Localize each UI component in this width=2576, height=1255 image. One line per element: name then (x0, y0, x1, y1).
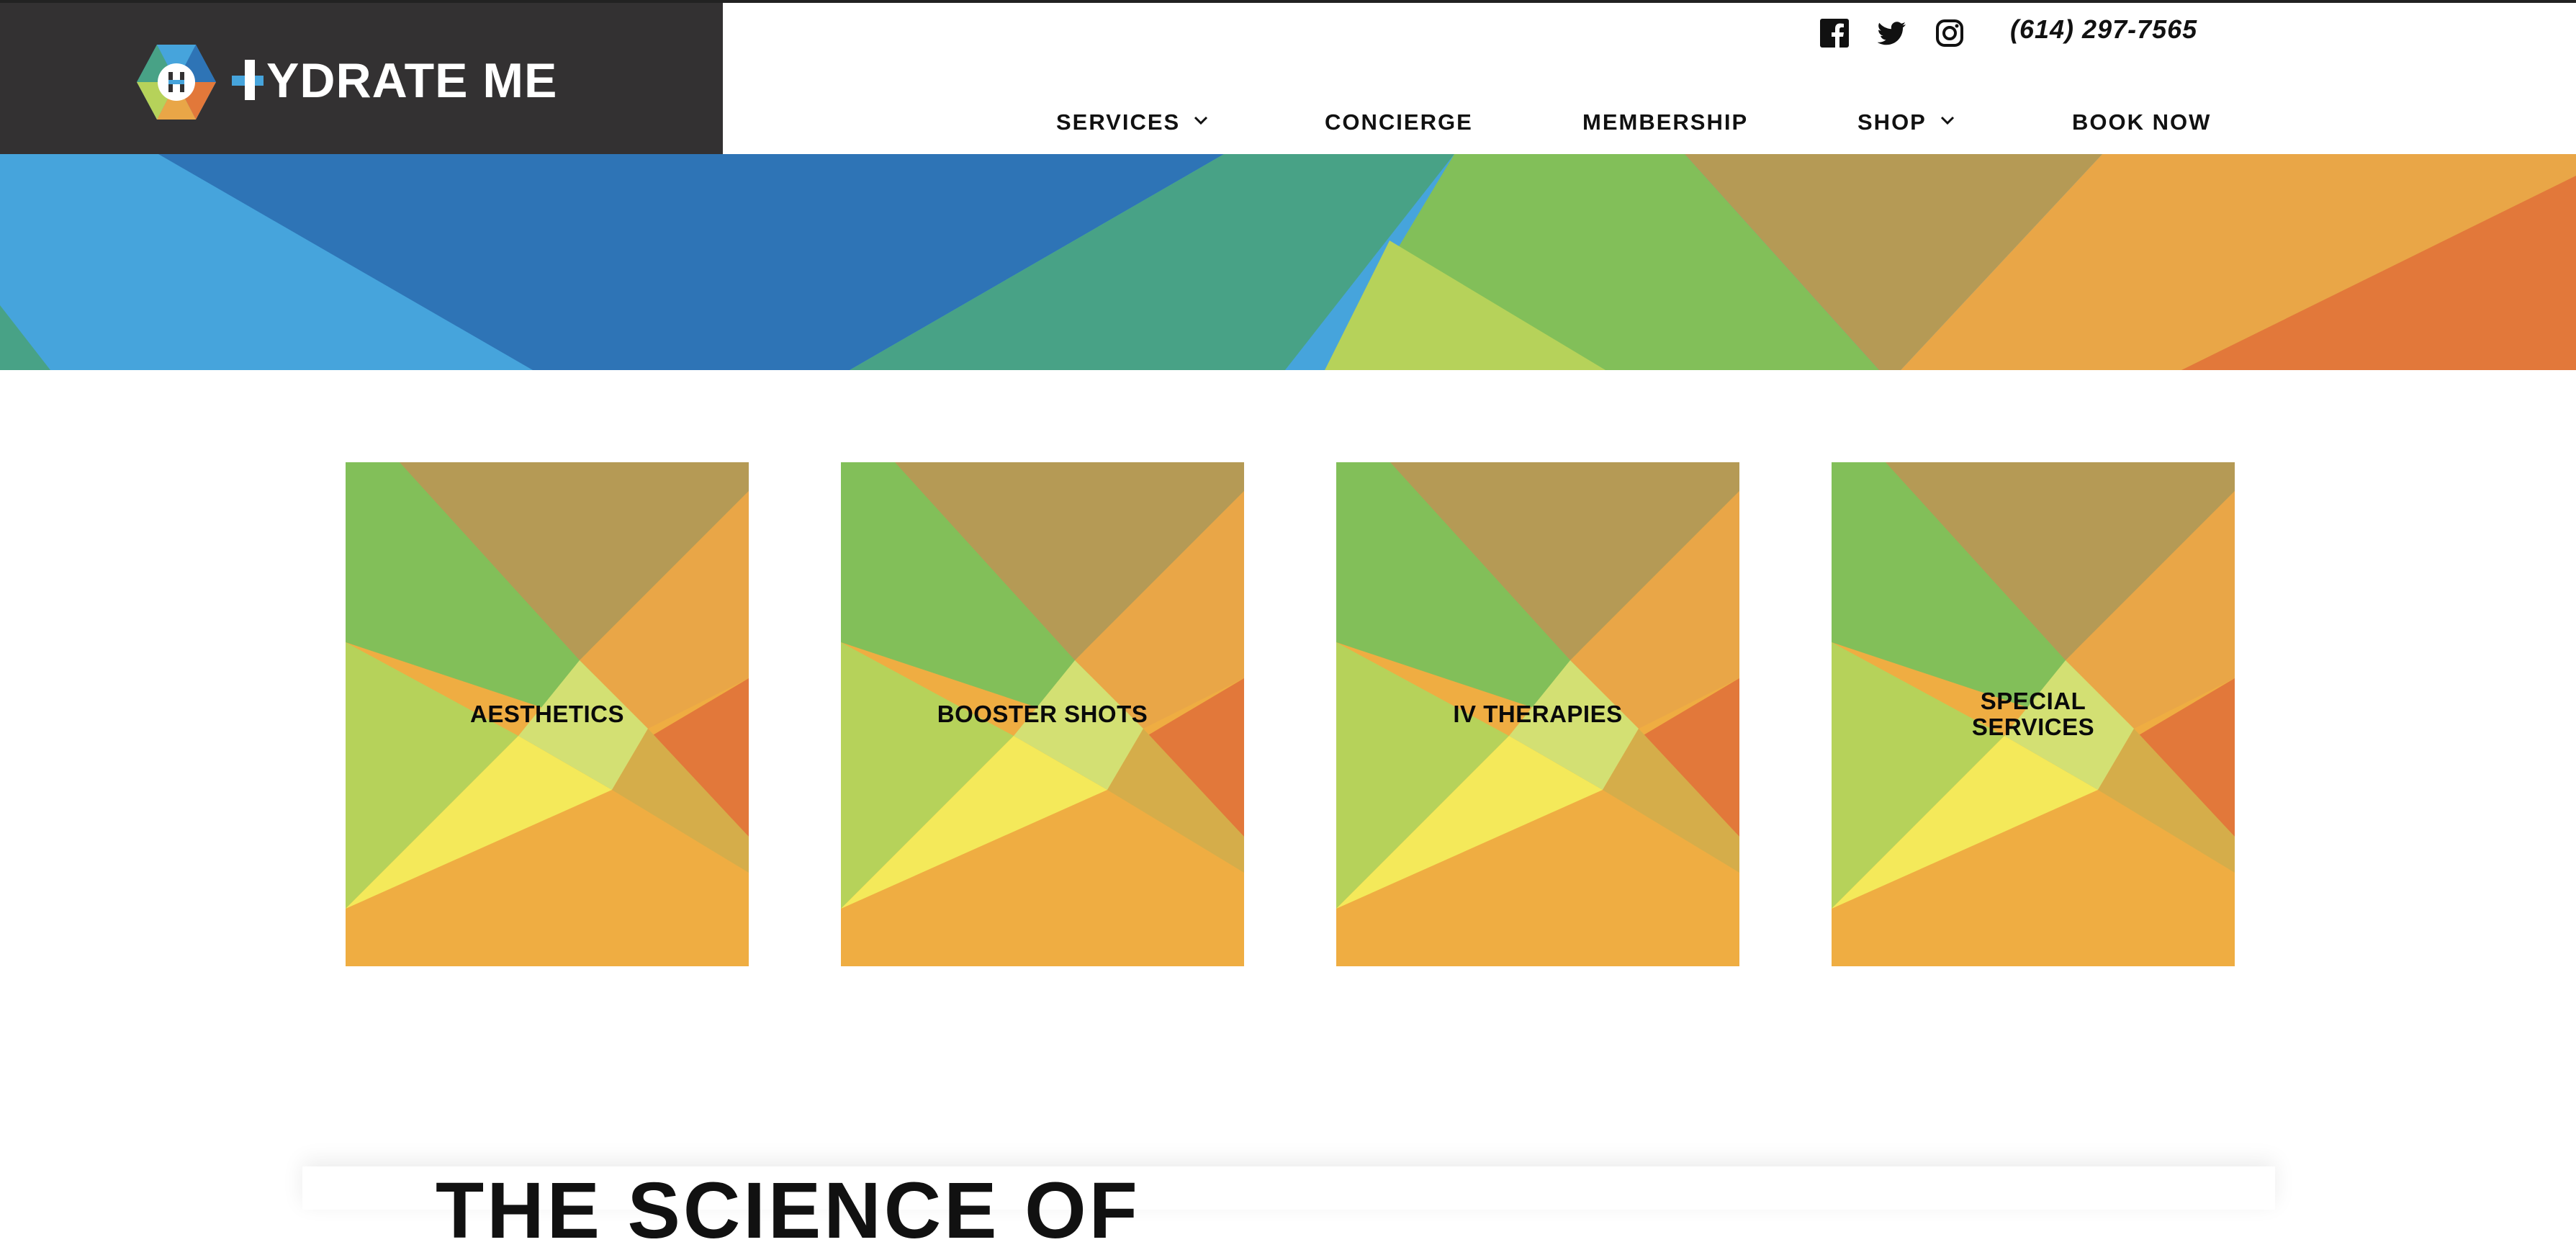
brand-h-cross (232, 60, 264, 100)
twitter-icon[interactable] (1878, 19, 1906, 48)
section-heading: THE SCIENCE OF (436, 1166, 1140, 1255)
phone-number[interactable]: (614) 297-7565 (2010, 14, 2197, 45)
nav-services[interactable]: SERVICES (1056, 108, 1209, 137)
banner-geometric-art (0, 154, 2576, 370)
nav-membership-label: MEMBERSHIP (1582, 109, 1749, 135)
nav-membership[interactable]: MEMBERSHIP (1582, 108, 1748, 137)
brand-wordmark: YDRATE ME (232, 52, 557, 109)
nav-book-now[interactable]: BOOK NOW (2072, 108, 2211, 137)
card-label: SPECIAL SERVICES (1971, 688, 2095, 740)
nav-book-now-label: BOOK NOW (2072, 109, 2212, 135)
service-card-iv-therapies[interactable]: IV THERAPIES (1336, 462, 1739, 966)
hero-banner (0, 154, 2576, 370)
hexagon-logo-icon (137, 45, 216, 120)
logo-panel[interactable]: YDRATE ME (0, 3, 723, 154)
service-card-special-services[interactable]: SPECIAL SERVICES (1832, 462, 2235, 966)
nav-services-label: SERVICES (1056, 109, 1181, 135)
service-card-booster-shots[interactable]: BOOSTER SHOTS (841, 462, 1244, 966)
card-label: AESTHETICS (469, 701, 625, 727)
chevron-down-icon (1194, 116, 1208, 125)
nav-concierge-label: CONCIERGE (1325, 109, 1473, 135)
nav-concierge[interactable]: CONCIERGE (1325, 108, 1473, 137)
chevron-down-icon (1940, 116, 1954, 125)
nav-shop[interactable]: SHOP (1857, 108, 1955, 137)
brand-name-text: YDRATE ME (266, 53, 558, 108)
nav-shop-label: SHOP (1857, 109, 1927, 135)
instagram-icon[interactable] (1935, 19, 1964, 48)
card-label: BOOSTER SHOTS (937, 701, 1148, 727)
facebook-icon[interactable] (1820, 19, 1849, 48)
service-card-aesthetics[interactable]: AESTHETICS (346, 462, 749, 966)
card-label: IV THERAPIES (1453, 701, 1623, 727)
